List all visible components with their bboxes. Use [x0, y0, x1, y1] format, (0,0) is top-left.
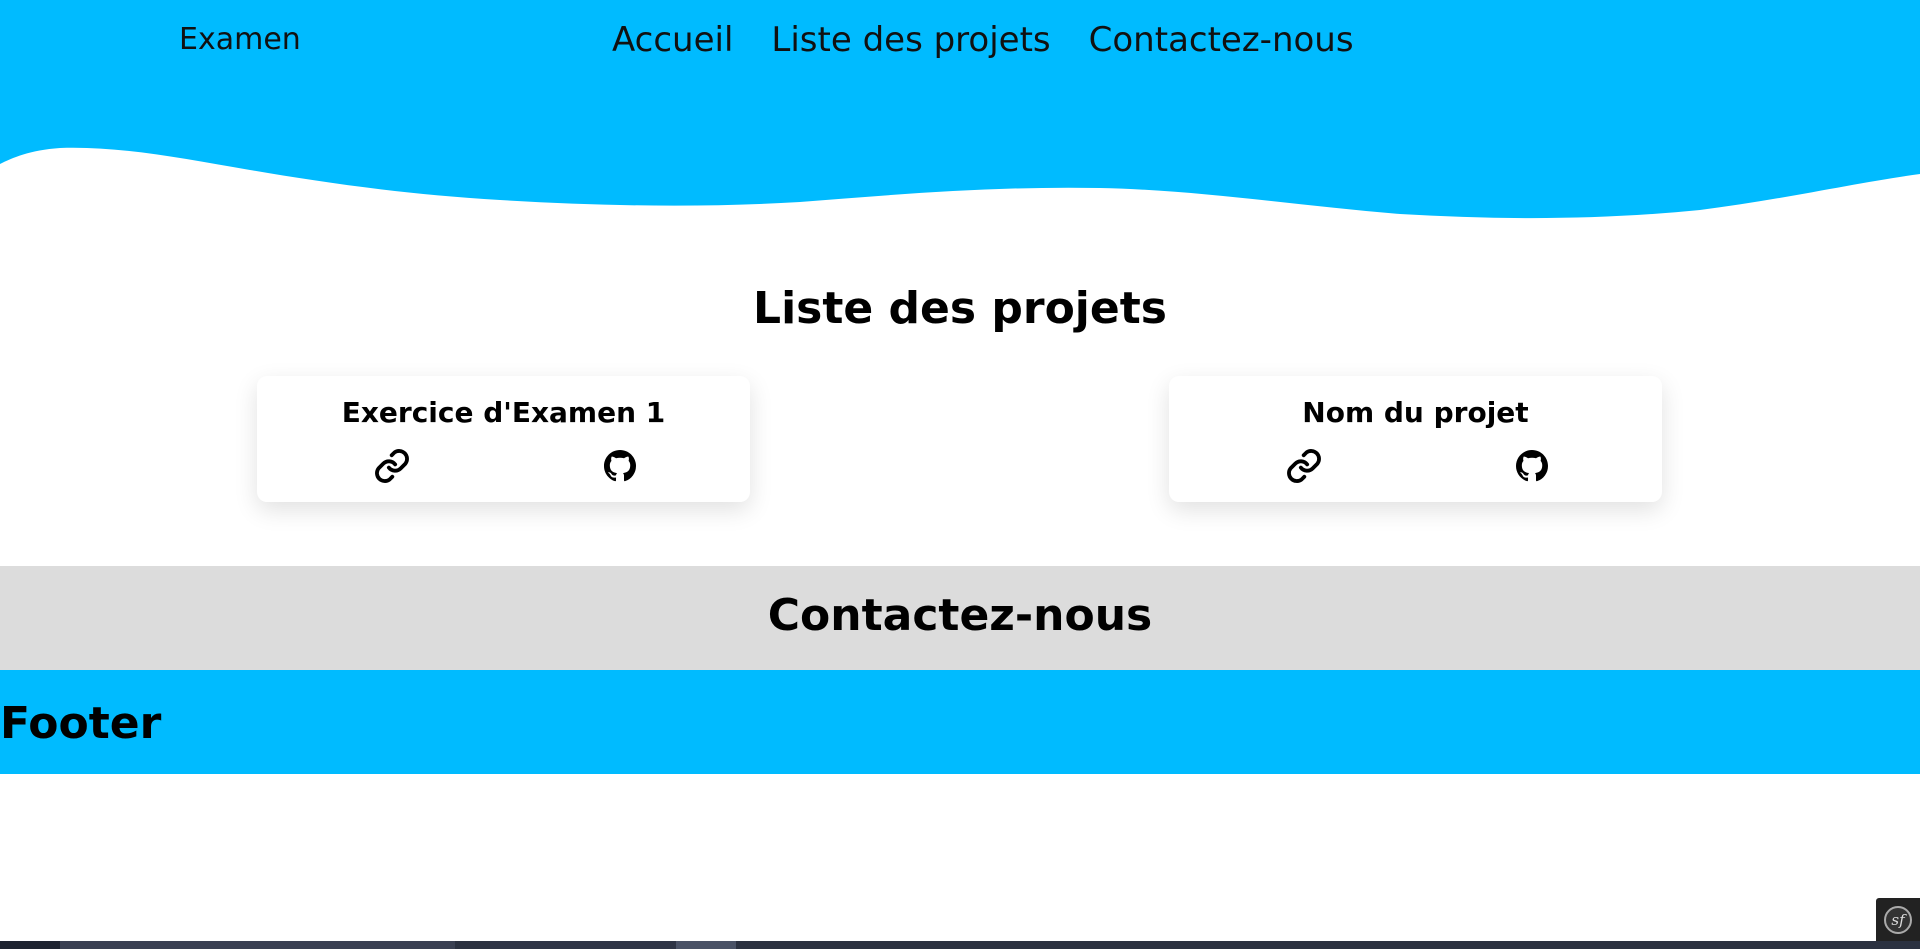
- main-nav: Accueil Liste des projets Contactez-nous: [612, 20, 1354, 60]
- project-card-title: Exercice d'Examen 1: [341, 396, 666, 429]
- link-icon[interactable]: [1284, 446, 1324, 486]
- page: Examen Accueil Liste des projets Contact…: [0, 0, 1920, 949]
- bottom-strip: [0, 941, 1920, 949]
- site-header: Examen Accueil Liste des projets Contact…: [0, 0, 1920, 230]
- github-icon[interactable]: [600, 446, 640, 486]
- contact-section-title: Contactez-nous: [767, 590, 1153, 641]
- github-icon[interactable]: [1512, 446, 1552, 486]
- brand-link[interactable]: Examen: [179, 22, 301, 57]
- nav-link-projets[interactable]: Liste des projets: [771, 20, 1050, 60]
- project-card: Nom du projet: [1169, 376, 1662, 502]
- symfony-icon: sf: [1884, 905, 1912, 934]
- project-card-title: Nom du projet: [1302, 396, 1529, 429]
- footer-title: Footer: [0, 698, 162, 749]
- projects-section-title: Liste des projets: [753, 283, 1167, 334]
- symfony-toolbar-toggle[interactable]: sf: [1876, 898, 1920, 941]
- nav-link-accueil[interactable]: Accueil: [612, 20, 733, 60]
- project-card: Exercice d'Examen 1: [257, 376, 750, 502]
- contact-section: Contactez-nous: [0, 566, 1920, 670]
- site-footer: Footer: [0, 670, 1920, 774]
- nav-link-contact[interactable]: Contactez-nous: [1089, 20, 1354, 60]
- link-icon[interactable]: [372, 446, 412, 486]
